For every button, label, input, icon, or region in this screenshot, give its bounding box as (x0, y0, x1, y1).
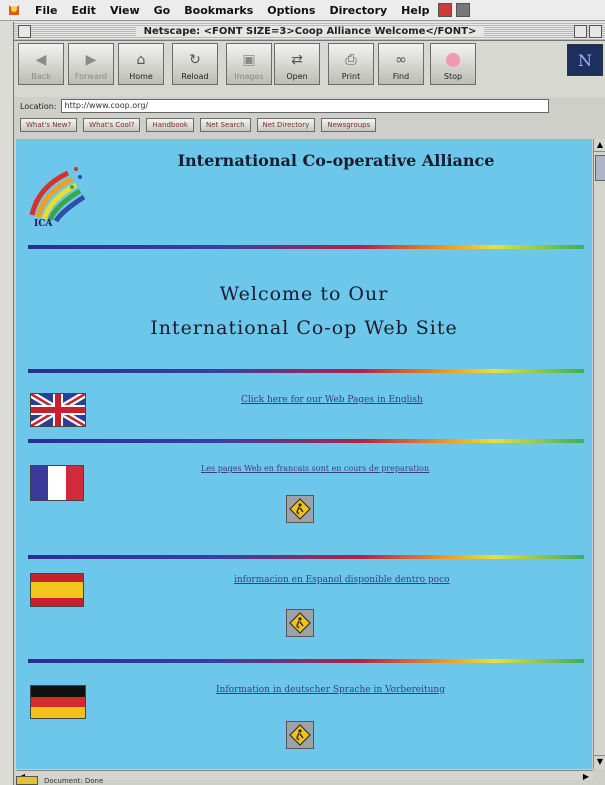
app-switcher-icon[interactable] (456, 3, 471, 17)
menu-view[interactable]: View (103, 4, 147, 17)
vertical-scrollbar[interactable]: ▲ ▼ (593, 139, 605, 769)
close-box-icon[interactable] (18, 25, 31, 38)
find-button[interactable]: ∞ Find (378, 43, 424, 85)
location-label: Location: (20, 101, 57, 111)
french-pages-link[interactable]: Les pages Web en francais sont en cours … (201, 464, 429, 473)
scroll-down-arrow-icon[interactable]: ▼ (594, 755, 605, 768)
rainbow-divider (28, 245, 584, 249)
print-button[interactable]: ⎙ Print (328, 43, 374, 85)
scroll-up-arrow-icon[interactable]: ▲ (594, 139, 605, 152)
german-pages-link[interactable]: Information in deutscher Sprache in Vorb… (216, 685, 445, 695)
images-label: Images (234, 72, 264, 81)
rainbow-divider (28, 659, 584, 663)
navigation-toolbar: ◀ Back ▶ Forward ⌂ Home ↻ Reload ▣ Image… (14, 41, 605, 97)
reload-icon: ↻ (189, 52, 201, 68)
menu-help[interactable]: Help (394, 4, 436, 17)
browser-window: Netscape: <FONT SIZE=3>Coop Alliance Wel… (13, 22, 605, 785)
ica-logo: ICA (28, 163, 88, 229)
whats-cool-button[interactable]: What's Cool? (83, 118, 141, 132)
welcome-line-2: International Co-op Web Site (150, 317, 458, 339)
print-label: Print (341, 72, 361, 81)
whats-new-button[interactable]: What's New? (20, 118, 78, 132)
status-text: Document: Done (44, 776, 104, 785)
location-input[interactable]: http://www.coop.org/ (60, 99, 549, 113)
window-titlebar[interactable]: Netscape: <FONT SIZE=3>Coop Alliance Wel… (14, 22, 605, 41)
menu-go[interactable]: Go (147, 4, 178, 17)
binoculars-icon: ∞ (395, 52, 407, 68)
apple-menu-icon[interactable] (0, 0, 28, 20)
uk-flag-icon (31, 394, 85, 426)
france-flag (30, 465, 84, 501)
germany-flag (30, 685, 86, 719)
net-search-button[interactable]: Net Search (199, 118, 251, 132)
handbook-button[interactable]: Handbook (146, 118, 194, 132)
open-button[interactable]: ⇄ Open (274, 43, 320, 85)
directory-buttons: What's New? What's Cool? Handbook Net Se… (20, 118, 382, 134)
zoom-box-icon[interactable] (574, 25, 587, 38)
forward-button[interactable]: ▶ Forward (68, 43, 114, 85)
newsgroups-button[interactable]: Newsgroups (321, 118, 377, 132)
under-construction-icon (286, 495, 314, 523)
stop-label: Stop (443, 72, 463, 81)
spanish-pages-link[interactable]: informacion en Espanol disponible dentro… (234, 575, 450, 585)
back-label: Back (31, 72, 51, 81)
forward-arrow-icon: ▶ (85, 52, 97, 68)
reload-label: Reload (181, 72, 209, 81)
back-button[interactable]: ◀ Back (18, 43, 64, 85)
under-construction-icon (286, 609, 314, 637)
rainbow-divider (28, 439, 584, 443)
home-label: Home (129, 72, 153, 81)
menu-file[interactable]: File (28, 4, 65, 17)
open-icon: ⇄ (291, 52, 303, 68)
images-icon: ▣ (242, 52, 256, 68)
window-title: Netscape: <FONT SIZE=3>Coop Alliance Wel… (135, 25, 485, 37)
spain-flag (30, 573, 84, 607)
rainbow-divider (28, 555, 584, 559)
english-pages-link[interactable]: Click here for our Web Pages in English (241, 395, 423, 405)
print-icon: ⎙ (345, 52, 357, 68)
reload-button[interactable]: ↻ Reload (172, 43, 218, 85)
welcome-line-1: Welcome to Our (219, 283, 389, 305)
help-balloon-icon[interactable] (438, 3, 453, 17)
menu-directory[interactable]: Directory (322, 4, 394, 17)
home-icon: ⌂ (136, 52, 146, 68)
scroll-thumb[interactable] (595, 155, 605, 181)
net-directory-button[interactable]: Net Directory (256, 118, 316, 132)
status-bar-text-row: Document: Done (16, 776, 103, 785)
images-button[interactable]: ▣ Images (226, 43, 272, 85)
menu-bookmarks[interactable]: Bookmarks (177, 4, 260, 17)
menu-bar: File Edit View Go Bookmarks Options Dire… (0, 0, 605, 21)
menu-options[interactable]: Options (260, 4, 322, 17)
stop-button[interactable]: Stop (430, 43, 476, 85)
logo-caption: ICA (34, 219, 53, 229)
home-button[interactable]: ⌂ Home (118, 43, 164, 85)
under-construction-icon (286, 721, 314, 749)
location-bar: Location: http://www.coop.org/ (20, 99, 549, 113)
page-content: ICA International Co-operative Alliance … (16, 139, 592, 769)
stop-icon (442, 51, 464, 69)
open-label: Open (286, 72, 308, 81)
collapse-box-icon[interactable] (589, 25, 602, 38)
forward-label: Forward (74, 72, 108, 81)
menu-edit[interactable]: Edit (65, 4, 103, 17)
rainbow-divider (28, 369, 584, 373)
find-label: Find (392, 72, 410, 81)
security-key-icon (16, 776, 38, 785)
uk-flag[interactable] (30, 393, 86, 427)
back-arrow-icon: ◀ (35, 52, 47, 68)
netscape-logo-icon[interactable]: N (567, 44, 603, 76)
site-header: International Co-operative Alliance (177, 151, 495, 170)
